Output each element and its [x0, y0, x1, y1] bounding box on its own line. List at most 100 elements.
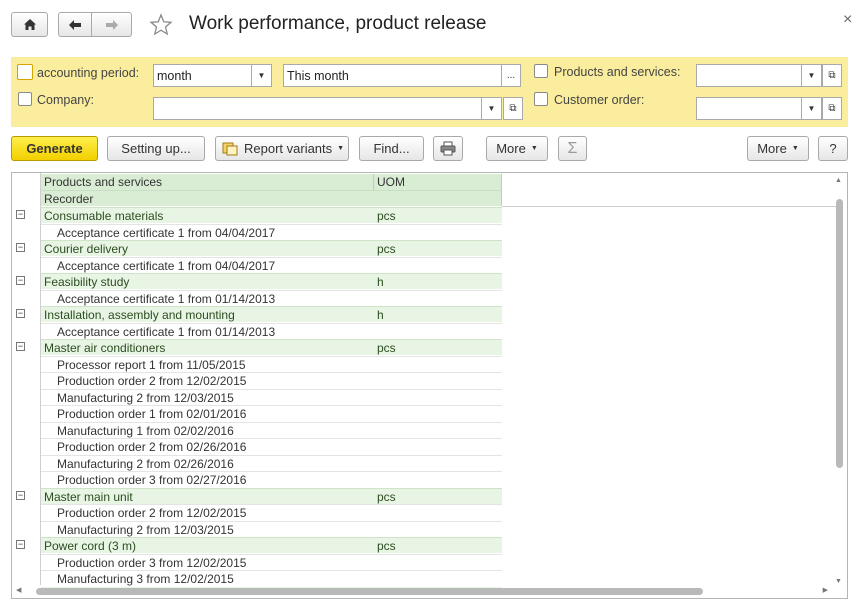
collapse-icon[interactable]: − — [16, 243, 25, 252]
help-button[interactable]: ? — [818, 136, 848, 161]
customer-order-label: Customer order: — [554, 93, 645, 107]
group-name: Master main unit — [41, 487, 374, 504]
vertical-scroll-thumb[interactable] — [836, 199, 843, 468]
more-label-1: More — [496, 141, 526, 156]
collapse-icon[interactable]: − — [16, 490, 25, 500]
products-checkbox[interactable] — [534, 64, 548, 78]
open-window-icon: ⧉ — [828, 70, 836, 81]
company-checkbox[interactable] — [18, 92, 32, 106]
group-name: Feasibility study — [41, 273, 374, 289]
period-select-button[interactable]: ... — [501, 64, 521, 87]
forward-button[interactable] — [91, 12, 132, 37]
products-label: Products and services: — [554, 65, 681, 79]
group-uom: pcs — [374, 487, 502, 504]
find-button[interactable]: Find... — [359, 136, 424, 161]
horizontal-scroll-thumb[interactable] — [36, 588, 703, 595]
group-uom: pcs — [374, 207, 502, 223]
company-label: Company: — [37, 93, 94, 107]
group-uom: h — [374, 306, 502, 322]
recorder-cell: Production order 3 from 02/27/2016 — [41, 471, 502, 487]
print-button[interactable] — [433, 136, 463, 161]
chevron-down-icon: ▼ — [791, 145, 799, 152]
favorite-star-button[interactable] — [149, 13, 173, 37]
customer-order-open-button[interactable]: ⧉ — [822, 97, 842, 120]
recorder-cell: Manufacturing 1 from 02/02/2016 — [41, 421, 502, 438]
collapse-icon[interactable]: − — [16, 309, 25, 318]
setting-up-button[interactable]: Setting up... — [107, 136, 205, 161]
header-recorder: Recorder — [41, 190, 502, 206]
header-uom: UOM — [374, 174, 502, 190]
arrow-right-icon — [105, 19, 118, 30]
triangle-down-icon: ▼ — [257, 71, 266, 80]
products-open-button[interactable]: ⧉ — [822, 64, 842, 87]
group-uom: pcs — [374, 339, 502, 355]
scroll-right-icon[interactable]: ▶ — [823, 586, 828, 594]
recorder-cell: Processor report 1 from 11/05/2015 — [41, 355, 502, 372]
collapse-icon[interactable]: − — [16, 276, 25, 285]
recorder-cell: Production order 3 from 12/02/2015 — [41, 553, 502, 570]
customer-order-checkbox[interactable] — [534, 92, 548, 106]
recorder-cell: Production order 2 from 12/02/2015 — [41, 504, 502, 520]
more-button-1[interactable]: More ▼ — [486, 136, 548, 161]
back-button[interactable] — [58, 12, 92, 37]
group-name: Installation, assembly and mounting — [41, 306, 374, 322]
group-name: Master air conditioners — [41, 339, 374, 355]
report-variants-icon — [222, 142, 238, 155]
home-button[interactable] — [11, 12, 48, 37]
generate-button[interactable]: Generate — [11, 136, 98, 161]
period-type-field[interactable]: month — [153, 64, 252, 87]
report-variants-button[interactable]: Report variants ▼ — [215, 136, 349, 161]
close-icon[interactable]: × — [843, 11, 852, 29]
recorder-cell: Manufacturing 2 from 12/03/2015 — [41, 520, 502, 537]
chevron-down-icon: ▼ — [530, 145, 538, 152]
recorder-cell: Production order 1 from 02/01/2016 — [41, 405, 502, 421]
triangle-down-icon: ▼ — [487, 104, 496, 113]
accounting-period-checkbox[interactable] — [17, 64, 33, 80]
accounting-period-label: accounting period: — [37, 66, 140, 80]
scroll-down-icon[interactable]: ▼ — [835, 578, 842, 585]
company-field[interactable] — [153, 97, 482, 120]
recorder-cell: Production order 2 from 02/26/2016 — [41, 438, 502, 454]
arrow-left-icon — [69, 19, 81, 30]
header-products: Products and services — [41, 174, 374, 190]
more-label-2: More — [757, 141, 787, 156]
collapse-icon[interactable]: − — [16, 540, 25, 549]
recorder-cell: Acceptance certificate 1 from 04/04/2017 — [41, 223, 502, 240]
ellipsis-icon: ... — [506, 70, 516, 81]
company-dropdown[interactable]: ▼ — [482, 97, 502, 120]
printer-icon — [440, 141, 456, 156]
collapse-icon[interactable]: − — [16, 210, 25, 219]
recorder-cell: Acceptance certificate 1 from 04/04/2017 — [41, 256, 502, 273]
open-window-icon: ⧉ — [509, 103, 517, 114]
scroll-left-icon[interactable]: ◀ — [16, 586, 21, 594]
products-dropdown[interactable]: ▼ — [802, 64, 822, 87]
report-grid[interactable]: Products and services UOM Recorder − Cons… — [11, 172, 848, 599]
recorder-cell: Manufacturing 2 from 02/26/2016 — [41, 454, 502, 471]
period-type-dropdown[interactable]: ▼ — [252, 64, 272, 87]
grid-header-rule — [502, 206, 836, 207]
group-name: Power cord (3 m) — [41, 537, 374, 553]
vertical-scrollbar[interactable]: ▲ ▼ — [835, 177, 844, 585]
customer-order-dropdown[interactable]: ▼ — [802, 97, 822, 120]
recorder-cell: Production order 2 from 12/02/2015 — [41, 372, 502, 388]
grid-left-gutter — [12, 173, 41, 585]
customer-order-field[interactable] — [696, 97, 802, 120]
scroll-up-icon[interactable]: ▲ — [835, 177, 842, 184]
recorder-cell: Manufacturing 2 from 12/03/2015 — [41, 388, 502, 405]
collapse-icon[interactable]: − — [16, 342, 25, 351]
triangle-down-icon: ▼ — [807, 104, 816, 113]
group-name: Consumable materials — [41, 207, 374, 223]
horizontal-scrollbar[interactable]: ◀ ▶ — [16, 587, 828, 596]
recorder-cell: Acceptance certificate 1 from 01/14/2013 — [41, 322, 502, 339]
more-button-2[interactable]: More ▼ — [747, 136, 809, 161]
triangle-down-icon: ▼ — [807, 71, 816, 80]
recorder-cell: Manufacturing 3 from 12/02/2015 — [41, 570, 502, 586]
page-title: Work performance, product release — [189, 13, 487, 34]
products-field[interactable] — [696, 64, 802, 87]
sum-button[interactable]: Σ — [558, 136, 587, 161]
period-value-field[interactable]: This month — [283, 64, 502, 87]
sigma-icon: Σ — [567, 139, 578, 157]
group-name: Courier delivery — [41, 240, 374, 256]
company-open-button[interactable]: ⧉ — [503, 97, 523, 120]
chevron-down-icon: ▼ — [337, 145, 345, 152]
